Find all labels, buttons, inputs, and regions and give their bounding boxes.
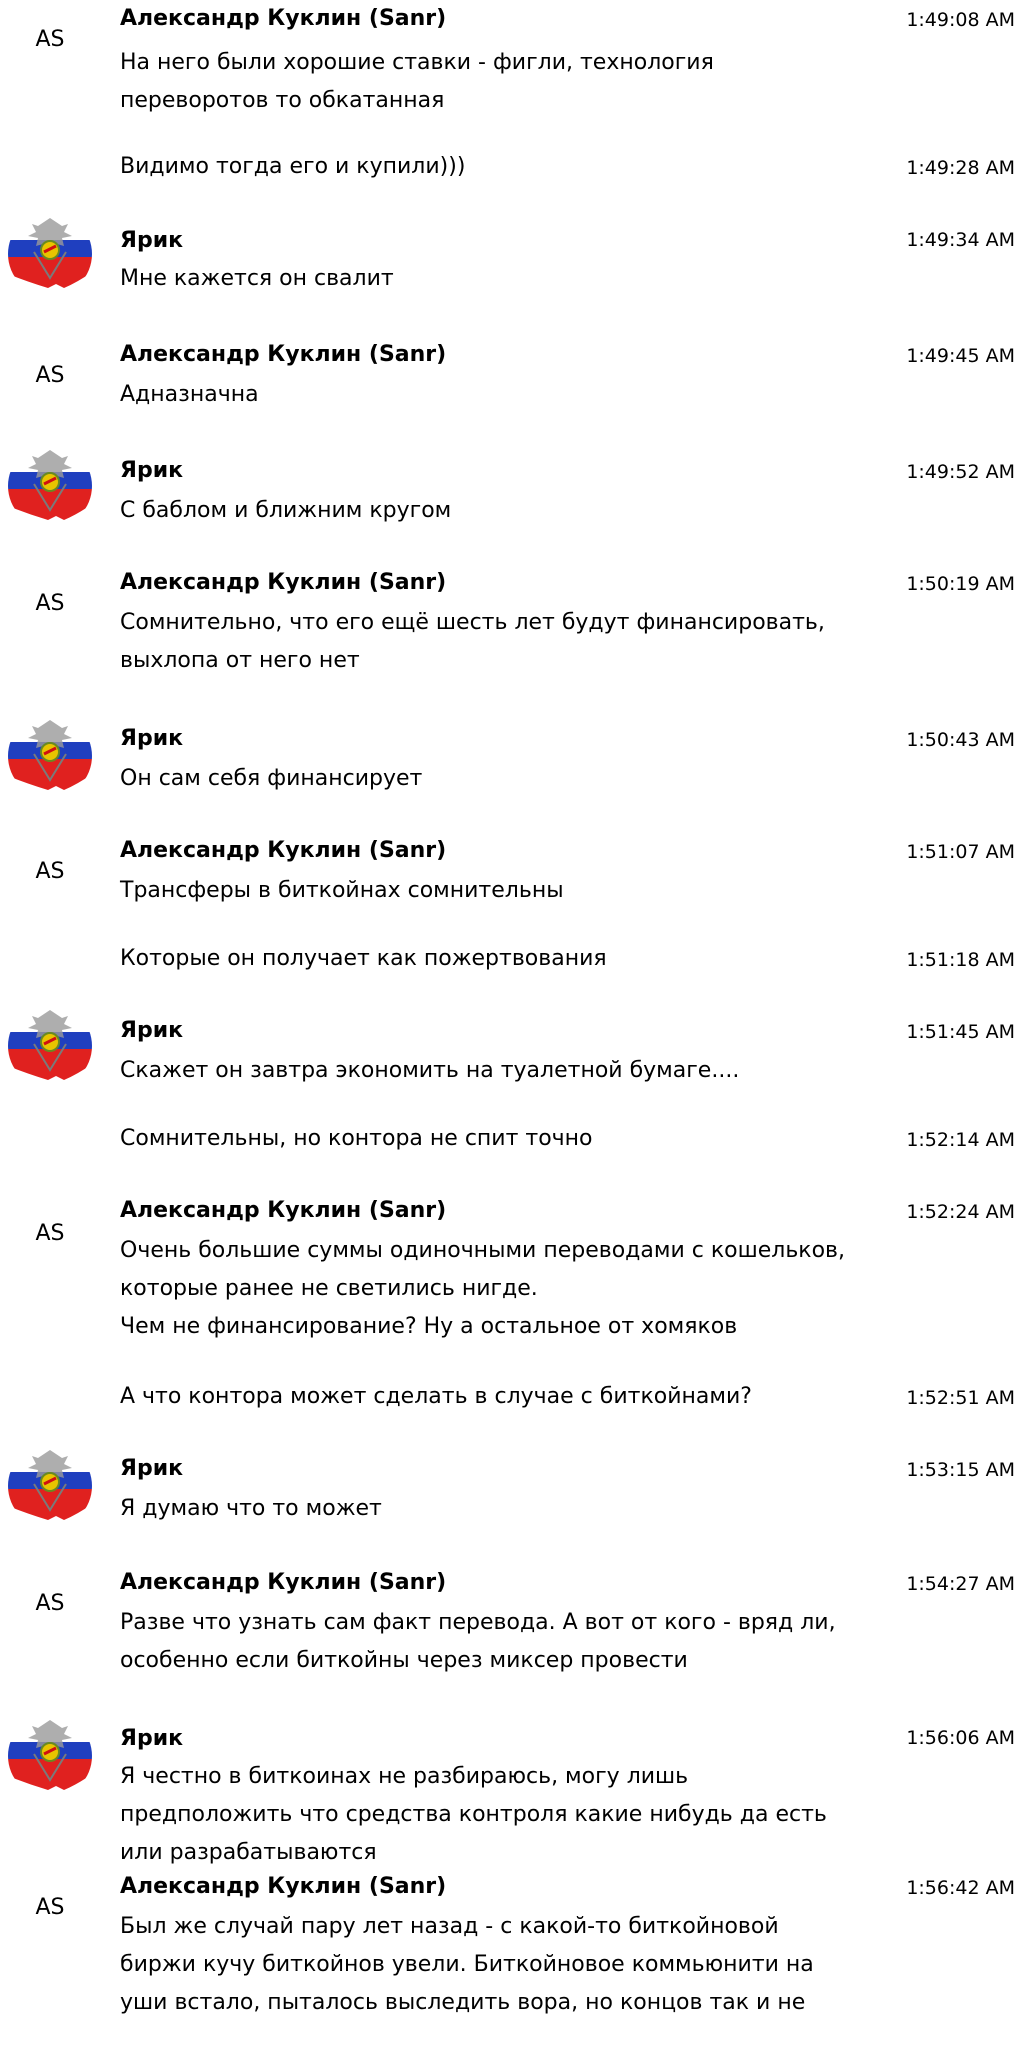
- avatar[interactable]: [8, 444, 92, 528]
- message-time: 1:52:14 AM: [906, 1129, 1015, 1151]
- sender-name[interactable]: Александр Куклин (Sanr): [120, 836, 446, 866]
- message-text: С баблом и ближним кругом: [120, 498, 452, 523]
- message-time: 1:49:52 AM: [906, 461, 1015, 483]
- message-time: 1:50:43 AM: [906, 729, 1015, 751]
- sender-name[interactable]: Ярик: [120, 724, 183, 754]
- message-time: 1:56:42 AM: [906, 1877, 1015, 1899]
- avatar[interactable]: AS: [30, 858, 70, 886]
- emblem-flag-avatar-icon: [8, 212, 92, 296]
- sender-name[interactable]: Ярик: [120, 1454, 183, 1484]
- message-text: Был же случай пару лет назад - с какой-т…: [120, 1914, 814, 2015]
- avatar[interactable]: [8, 1444, 92, 1528]
- avatar[interactable]: [8, 1004, 92, 1088]
- message-text: Сомнительно, что его ещё шесть лет будут…: [120, 610, 825, 673]
- message-text: Я думаю что то может: [120, 1496, 382, 1521]
- avatar[interactable]: AS: [30, 1894, 70, 1922]
- message-text: Которые он получает как пожертвования: [120, 946, 607, 971]
- avatar[interactable]: AS: [30, 1220, 70, 1248]
- avatar[interactable]: AS: [30, 26, 70, 54]
- message-time: 1:53:15 AM: [906, 1459, 1015, 1481]
- sender-name[interactable]: Александр Куклин (Sanr): [120, 4, 446, 34]
- message-text: Разве что узнать сам факт перевода. А во…: [120, 1610, 836, 1673]
- message-text: Скажет он завтра экономить на туалетной …: [120, 1058, 740, 1083]
- message-time: 1:54:27 AM: [906, 1573, 1015, 1595]
- emblem-flag-avatar-icon: [8, 1444, 92, 1528]
- message-time: 1:49:28 AM: [906, 157, 1015, 179]
- message-time: 1:51:07 AM: [906, 841, 1015, 863]
- message-time: 1:50:19 AM: [906, 573, 1015, 595]
- message-time: 1:51:18 AM: [906, 949, 1015, 971]
- message-text: Мне кажется он свалит: [120, 266, 394, 291]
- message-text: Трансферы в биткойнах сомнительны: [120, 878, 564, 903]
- message-time: 1:49:45 AM: [906, 345, 1015, 367]
- message-text: Сомнительны, но контора не спит точно: [120, 1126, 593, 1151]
- sender-name[interactable]: Ярик: [120, 456, 183, 486]
- message-time: 1:52:24 AM: [906, 1201, 1015, 1223]
- emblem-flag-avatar-icon: [8, 444, 92, 528]
- avatar[interactable]: [8, 1714, 92, 1798]
- sender-name[interactable]: Александр Куклин (Sanr): [120, 1568, 446, 1598]
- message-text: Видимо тогда его и купили))): [120, 154, 466, 179]
- message-time: 1:56:06 AM: [906, 1727, 1015, 1749]
- message-text: Адназначна: [120, 382, 259, 407]
- avatar[interactable]: AS: [30, 590, 70, 618]
- sender-name[interactable]: Александр Куклин (Sanr): [120, 568, 446, 598]
- message-text: На него были хорошие ставки - фигли, тех…: [120, 50, 714, 113]
- avatar[interactable]: [8, 714, 92, 798]
- message-text: Он сам себя финансирует: [120, 766, 423, 791]
- emblem-flag-avatar-icon: [8, 714, 92, 798]
- message-text: А что контора может сделать в случае с б…: [120, 1384, 752, 1409]
- emblem-flag-avatar-icon: [8, 1714, 92, 1798]
- message-time: 1:51:45 AM: [906, 1021, 1015, 1043]
- sender-name[interactable]: Ярик: [120, 1724, 183, 1754]
- message-time: 1:49:34 AM: [906, 229, 1015, 251]
- message-text: Я честно в биткоинах не разбираюсь, могу…: [120, 1764, 827, 1865]
- sender-name[interactable]: Александр Куклин (Sanr): [120, 1196, 446, 1226]
- avatar[interactable]: AS: [30, 362, 70, 390]
- sender-name[interactable]: Александр Куклин (Sanr): [120, 1872, 446, 1902]
- message-time: 1:49:08 AM: [906, 9, 1015, 31]
- avatar[interactable]: AS: [30, 1590, 70, 1618]
- sender-name[interactable]: Александр Куклин (Sanr): [120, 340, 446, 370]
- message-time: 1:52:51 AM: [906, 1387, 1015, 1409]
- emblem-flag-avatar-icon: [8, 1004, 92, 1088]
- sender-name[interactable]: Ярик: [120, 1016, 183, 1046]
- message-text: Очень большие суммы одиночными переводам…: [120, 1238, 845, 1339]
- avatar[interactable]: [8, 212, 92, 296]
- sender-name[interactable]: Ярик: [120, 226, 183, 256]
